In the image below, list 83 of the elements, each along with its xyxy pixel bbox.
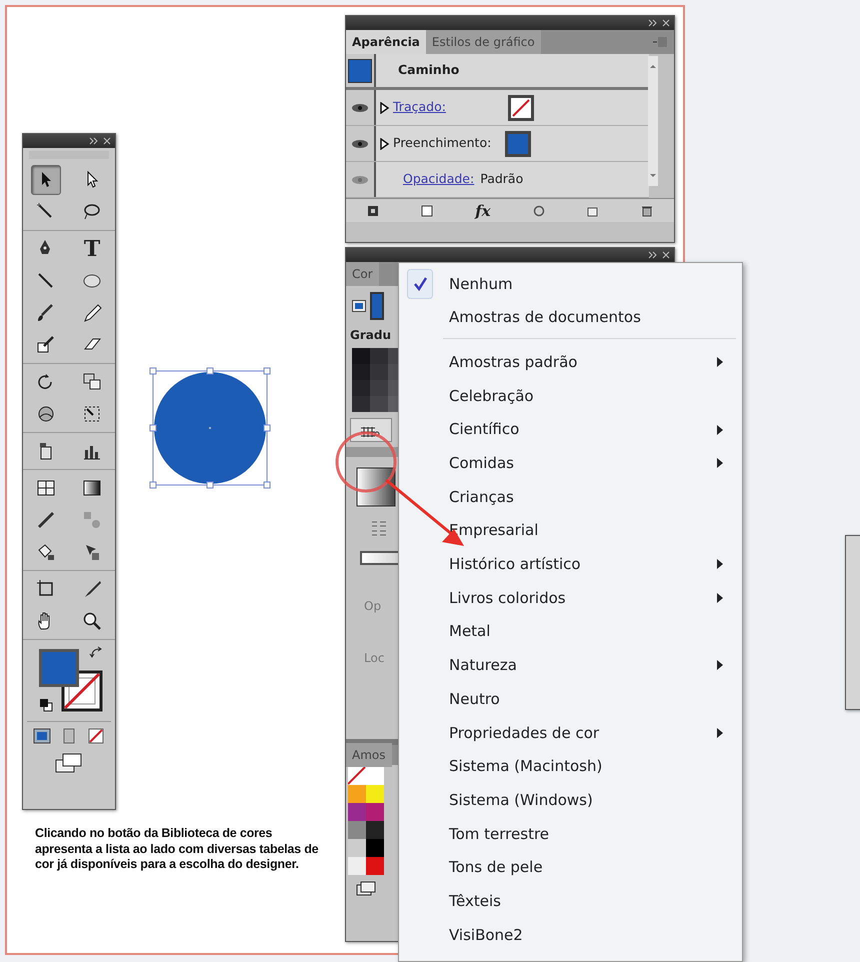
annotation-circle: [336, 432, 396, 492]
swatch-library-icon[interactable]: [356, 881, 378, 897]
panel-tab[interactable]: Estilos de gráfico: [426, 30, 541, 54]
menu-item[interactable]: Celebração: [399, 379, 742, 413]
library-icon: [360, 426, 382, 438]
attribute-link[interactable]: Traçado:: [393, 98, 446, 117]
menu-item[interactable]: Têxteis: [399, 884, 742, 918]
menu-item[interactable]: Empresarial: [399, 514, 742, 548]
faded-label: Loc: [364, 651, 384, 665]
bucket-icon: [36, 542, 56, 562]
menu-item[interactable]: Comidas: [399, 446, 742, 480]
collapse-icon[interactable]: [648, 251, 658, 259]
disclosure-triangle[interactable]: [380, 102, 390, 114]
zoom-icon: [82, 611, 102, 631]
disclosure-triangle[interactable]: [380, 138, 390, 150]
object-swatch: [348, 58, 372, 82]
eyedropper-icon: [36, 510, 56, 530]
blend-icon: [82, 510, 102, 530]
attribute-link[interactable]: Opacidade:: [403, 170, 474, 189]
attribute-row[interactable]: Traçado:: [346, 90, 649, 126]
default-colors-icon[interactable]: [39, 698, 53, 712]
menu-item[interactable]: Histórico artístico: [399, 548, 742, 582]
menu-item[interactable]: Livros coloridos: [399, 581, 742, 615]
trash-icon[interactable]: [640, 204, 653, 216]
collapse-icon[interactable]: [89, 137, 99, 145]
close-icon[interactable]: [103, 137, 111, 145]
eye-icon[interactable]: [351, 102, 369, 112]
panel-tab[interactable]: Cor: [346, 262, 379, 286]
blob-brush-icon: [36, 335, 56, 355]
brush-icon: [36, 303, 56, 323]
mesh-icon: [36, 478, 56, 498]
panel-tab[interactable]: Amos: [346, 743, 392, 767]
scrollbar[interactable]: [648, 56, 658, 186]
none-swatch[interactable]: [508, 94, 534, 120]
close-icon[interactable]: [662, 251, 670, 259]
fill-swatch[interactable]: [39, 649, 79, 687]
attribute-value: Padrão: [480, 170, 524, 188]
color-mode-icon[interactable]: [33, 728, 52, 744]
menu-item[interactable]: Tom terrestre: [399, 817, 742, 851]
tool-button[interactable]: [31, 165, 61, 195]
effects-button[interactable]: fx: [475, 202, 491, 220]
menu-item[interactable]: Amostras de documentos: [399, 300, 742, 334]
swap-icon[interactable]: [89, 646, 103, 660]
attribute-label: Preenchimento:: [393, 134, 492, 152]
menu-item[interactable]: VisiBone2: [399, 918, 742, 952]
menu-item[interactable]: Sistema (Windows): [399, 783, 742, 817]
menu-item[interactable]: Natureza: [399, 648, 742, 682]
menu-item[interactable]: Tons de pele: [399, 850, 742, 884]
lasso-icon: [82, 202, 102, 222]
square-icon[interactable]: [367, 204, 380, 216]
menu-item[interactable]: Nenhum: [399, 267, 742, 301]
attribute-row[interactable]: Opacidade: Padrão: [346, 162, 649, 198]
screen-mode-icon[interactable]: [54, 752, 84, 774]
artboard-icon: [36, 579, 56, 599]
color-swatch[interactable]: [370, 292, 384, 320]
circle-icon[interactable]: [532, 204, 545, 216]
none-mode-icon[interactable]: [86, 728, 105, 744]
menu-item[interactable]: Amostras padrão: [399, 345, 742, 380]
path-title: Caminho: [398, 61, 460, 80]
scale-icon: [82, 372, 102, 392]
fill-mode-icon[interactable]: [352, 300, 366, 312]
menu-item[interactable]: Científico: [399, 412, 742, 446]
menu-item[interactable]: Sistema (Macintosh): [399, 750, 742, 784]
transform-icon: [82, 404, 102, 424]
menu-item[interactable]: Propriedades de cor: [399, 716, 742, 750]
duplicate-icon[interactable]: [586, 204, 599, 216]
menu-item[interactable]: Crianças: [399, 480, 742, 514]
faded-label: Op: [364, 599, 382, 613]
color-swatch[interactable]: [505, 130, 532, 156]
panel-tab[interactable]: Aparência: [346, 30, 426, 54]
reverse-icon[interactable]: [370, 519, 388, 537]
eye-icon[interactable]: [351, 138, 369, 148]
collapse-icon[interactable]: [648, 19, 658, 27]
menu-item[interactable]: Metal: [399, 614, 742, 649]
close-icon[interactable]: [662, 19, 670, 27]
gradient-icon: [82, 478, 102, 498]
caption-text: Clicando no botão da Biblioteca de cores apresenta a lista ao lado com diversas tabelas de cor já disponíveis para a escolha do designer.: [35, 826, 320, 873]
menu-item[interactable]: Neutro: [399, 682, 742, 716]
type-tool[interactable]: T: [77, 234, 107, 264]
knife-icon: [82, 579, 102, 599]
pencil-icon: [82, 303, 102, 323]
section-label: Gradu: [349, 327, 392, 344]
new-square-icon[interactable]: [421, 204, 434, 216]
